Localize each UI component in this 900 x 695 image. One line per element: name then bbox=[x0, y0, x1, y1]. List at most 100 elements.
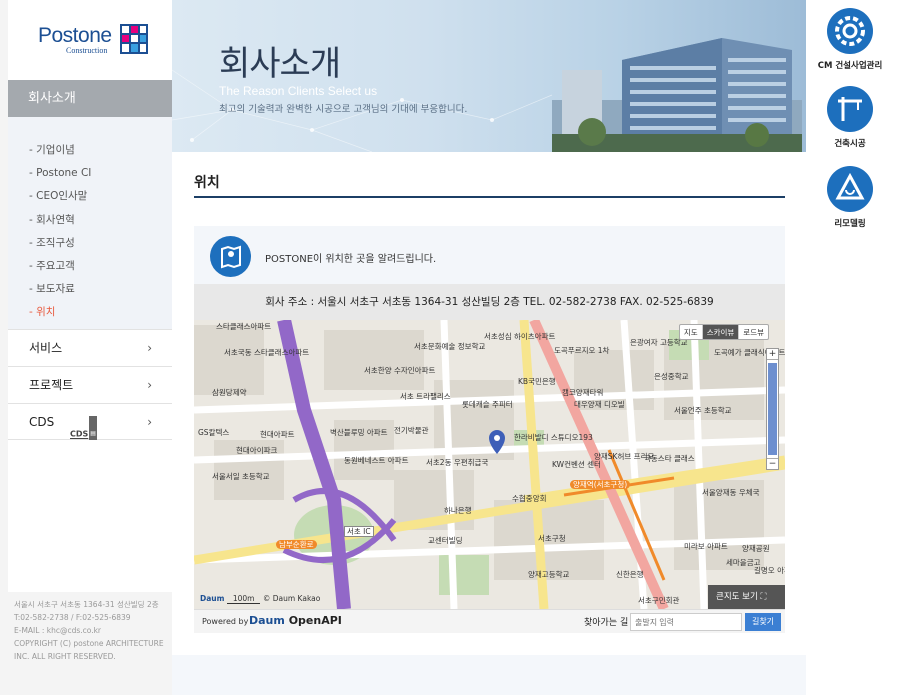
banner-title: 회사소개 bbox=[219, 44, 341, 84]
map-label: 극동스타 클래스 bbox=[644, 454, 695, 463]
map-label: 현대아파트 bbox=[260, 430, 295, 439]
menu-label: 프로젝트 bbox=[29, 378, 74, 392]
sidebar-item-press[interactable]: - 보도자료 bbox=[8, 278, 172, 301]
sidebar-sub-list: - 기업이념 - Postone CI - CEO인사말 - 회사연혁 - 조직… bbox=[8, 117, 172, 329]
building-photo bbox=[552, 38, 802, 152]
footer-copyright: COPYRIGHT (C) postone ARCHITECTURE INC. … bbox=[14, 639, 164, 661]
quick-menu: CM 건설사업관리 건축시공 리모델링 bbox=[806, 0, 900, 695]
map-label: 하나은행 bbox=[444, 506, 472, 515]
main-content: 위치 POSTONE이 위치한 곳을 알려드립니다. 회사 주소 : 서울시 서… bbox=[172, 152, 806, 695]
sidebar-item-organization[interactable]: - 조직구성 bbox=[8, 232, 172, 255]
map-label: 미라보 아파트 bbox=[684, 542, 728, 551]
zoom-control: + − bbox=[766, 348, 779, 470]
map-label: 대우양재 디오빌 bbox=[574, 400, 625, 409]
daum-logo: Daum bbox=[200, 594, 225, 603]
map-copyright: © Daum Kakao bbox=[262, 594, 321, 603]
sidebar-menu-services[interactable]: 서비스 › bbox=[8, 329, 172, 366]
footer-address: 서울시 서초구 서초동 1364-31 성산빌딩 2층 bbox=[14, 600, 159, 609]
scale-label: 100m bbox=[226, 594, 261, 604]
tab-map[interactable]: 지도 bbox=[680, 325, 703, 339]
menu-label: 서비스 bbox=[29, 341, 63, 355]
map-label: 벽산블루밍 아파트 bbox=[330, 428, 388, 437]
map-label: 현대아이파크 bbox=[236, 446, 278, 455]
tab-skyview[interactable]: 스카이뷰 bbox=[702, 325, 740, 339]
page-title: 위치 bbox=[194, 175, 220, 191]
map-label: 남부순환로 bbox=[276, 540, 317, 549]
map-label: 서초구청 bbox=[538, 534, 566, 543]
sidebar-item-history[interactable]: - 회사연혁 bbox=[8, 209, 172, 232]
map-label: 교센터빌딩 bbox=[428, 536, 463, 545]
map-label: 서초구민회관 bbox=[638, 596, 680, 605]
crane-icon bbox=[827, 86, 873, 132]
map-view[interactable]: 스타클래스아파트 서초국동 스타클래스아파트 서초문화예술 정보학교 서초성심 … bbox=[194, 320, 785, 609]
map-label: KW컨벤션 센터 bbox=[552, 460, 601, 469]
map-label: 서초성심 하이츠아파트 bbox=[484, 332, 556, 341]
zoom-slider[interactable] bbox=[768, 363, 777, 455]
sidebar-section-title[interactable]: 회사소개 bbox=[8, 80, 172, 117]
content-bottom-strip bbox=[172, 655, 806, 695]
map-type-tabs: 지도 스카이뷰 로드뷰 bbox=[678, 324, 769, 340]
map-label: 신한은행 bbox=[616, 570, 644, 579]
big-map-button[interactable]: 큰지도 보기 ⛶ bbox=[708, 585, 785, 609]
sidebar-menu-cds[interactable]: CDS CDS ▤ › bbox=[8, 403, 172, 452]
chevron-right-icon: › bbox=[147, 378, 152, 392]
map-label: 서울양재동 우체국 bbox=[702, 488, 760, 497]
banner-english-subtitle: The Reason Clients Select us bbox=[219, 84, 378, 98]
logo-mark-icon bbox=[120, 24, 148, 54]
sidebar-item-ci[interactable]: - Postone CI bbox=[8, 162, 172, 185]
map-label: 양재고등학교 bbox=[528, 570, 570, 579]
find-route-button[interactable]: 길찾기 bbox=[745, 613, 781, 631]
map-label: 도곡푸르지오 1차 bbox=[554, 346, 610, 355]
logo-text: Postone bbox=[38, 24, 112, 47]
quick-menu-label: CM 건설사업관리 bbox=[817, 61, 883, 71]
start-point-input[interactable] bbox=[630, 613, 742, 631]
title-divider bbox=[194, 196, 785, 198]
tab-roadview[interactable]: 로드뷰 bbox=[739, 325, 768, 339]
chevron-right-icon: › bbox=[147, 341, 152, 355]
sidebar-item-ceo-greeting[interactable]: - CEO인사말 bbox=[8, 185, 172, 208]
map-label: GS칼텍스 bbox=[198, 428, 230, 437]
remodel-icon bbox=[827, 166, 873, 212]
big-map-label: 큰지도 보기 bbox=[716, 592, 758, 602]
sidebar-menu-projects[interactable]: 프로젝트 › bbox=[8, 366, 172, 403]
footer-email: E-MAIL : khc@cds.co.kr bbox=[14, 626, 102, 635]
zoom-in-button[interactable]: + bbox=[767, 349, 778, 360]
map-label: 양재공원 bbox=[742, 544, 770, 553]
sidebar-item-philosophy[interactable]: - 기업이념 bbox=[8, 139, 172, 162]
map-roads bbox=[194, 320, 785, 609]
map-label: 스타클래스아파트 bbox=[216, 322, 272, 331]
map-label: 동원베네스트 아파트 bbox=[344, 456, 409, 465]
map-label: 은성중학교 bbox=[654, 372, 689, 381]
openapi-label: Daum OpenAPI bbox=[249, 614, 342, 627]
sidebar-item-location[interactable]: - 위치 bbox=[8, 301, 172, 324]
map-label: KB국민은행 bbox=[518, 377, 556, 386]
map-label: 서초 트라팰리스 bbox=[400, 392, 451, 401]
quick-menu-label: 리모델링 bbox=[834, 219, 866, 229]
logo-link[interactable]: Postone Construction bbox=[8, 0, 172, 80]
map-footer: Powered by Daum OpenAPI 찾아가는 길 길찾기 bbox=[194, 609, 785, 633]
map-label: 서초2동 우편취급국 bbox=[426, 458, 489, 467]
map-label: 롯데캐슬 주피터 bbox=[462, 400, 513, 409]
location-intro-text: POSTONE이 위치한 곳을 알려드립니다. bbox=[265, 254, 437, 265]
map-label: 서울언주 초등학교 bbox=[674, 406, 732, 415]
map-scale: Daum 100m © Daum Kakao bbox=[200, 594, 321, 604]
logo-subtext: Construction bbox=[66, 46, 108, 55]
map-label: 서초한양 수자인아파트 bbox=[364, 366, 436, 375]
zoom-out-button[interactable]: − bbox=[767, 458, 778, 469]
find-way-label: 찾아가는 길 bbox=[584, 618, 629, 628]
map-label: 캠코양재타워 bbox=[562, 388, 604, 397]
gear-icon bbox=[827, 8, 873, 54]
banner-korean-subtitle: 최고의 기술력과 완벽한 시공으로 고객님의 기대에 부응합니다. bbox=[219, 104, 468, 115]
map-label: 삼원당제약 bbox=[212, 388, 247, 397]
map-label: 수협중앙회 bbox=[512, 494, 547, 503]
map-label: 서초국동 스타클래스아파트 bbox=[224, 348, 310, 357]
chevron-right-icon: › bbox=[147, 415, 152, 429]
map-label: 서초문화예술 정보학교 bbox=[414, 342, 486, 351]
address-bar: 회사 주소 : 서울시 서초구 서초동 1364-31 성산빌딩 2층 TEL.… bbox=[194, 284, 785, 320]
map-label: 한라비발디 스튜디오193 bbox=[514, 433, 593, 442]
map-label: 서초 IC bbox=[344, 526, 374, 537]
quick-menu-label: 건축시공 bbox=[834, 139, 866, 149]
menu-label: CDS bbox=[29, 415, 55, 429]
sidebar-item-clients[interactable]: - 주요고객 bbox=[8, 255, 172, 278]
location-intro-box: POSTONE이 위치한 곳을 알려드립니다. bbox=[194, 226, 785, 284]
